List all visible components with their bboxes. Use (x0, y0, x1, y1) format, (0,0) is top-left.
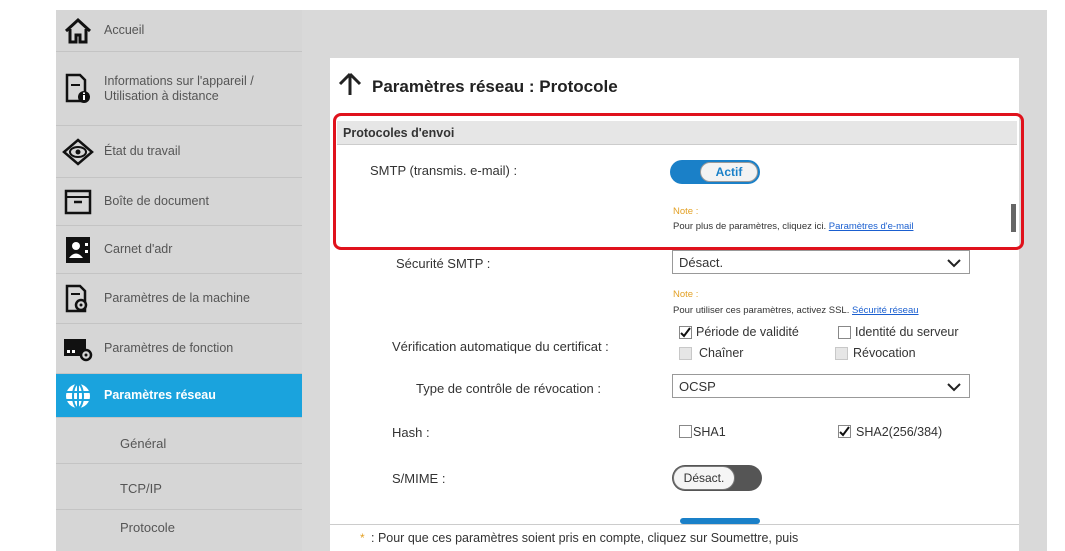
sidebar-subitem-label: Général (120, 436, 167, 451)
validity-period-checkbox[interactable] (679, 326, 692, 339)
page-title: Paramètres réseau : Protocole (372, 76, 618, 96)
sha1-label: SHA1 (693, 425, 726, 439)
sidebar-item-function-settings[interactable]: Paramètres de fonction (56, 324, 302, 374)
sidebar: Accueil Informations sur l'appareil / Ut… (56, 10, 302, 551)
sidebar-subitem-protocol[interactable]: Protocole (56, 510, 302, 551)
device-info-icon (56, 73, 100, 105)
sha2-checkbox[interactable] (838, 425, 851, 438)
chain-label: Chaîner (699, 346, 744, 360)
revocation-type-select[interactable]: OCSP (672, 374, 970, 398)
sidebar-item-document-box[interactable]: Boîte de document (56, 178, 302, 226)
smtp-security-note: Pour utiliser ces paramètres, activez SS… (673, 305, 919, 316)
sidebar-item-device-info[interactable]: Informations sur l'appareil / Utilisatio… (56, 52, 302, 126)
smtp-security-note-text: Pour utiliser ces paramètres, activez SS… (673, 305, 852, 316)
smime-toggle-label: Désact. (683, 471, 725, 485)
sidebar-subitem-label: TCP/IP (120, 481, 162, 496)
server-identity-checkbox[interactable] (838, 326, 851, 339)
sha1-checkbox[interactable] (679, 425, 692, 438)
document-box-icon (56, 188, 100, 216)
eye-icon (56, 137, 100, 166)
server-identity-label: Identité du serveur (855, 325, 959, 339)
sidebar-subitem-tcpip[interactable]: TCP/IP (56, 464, 302, 510)
revocation-type-label: Type de contrôle de révocation : (416, 381, 602, 396)
footer-star: * (360, 531, 365, 545)
arrow-up-icon[interactable] (338, 72, 362, 101)
globe-icon (56, 381, 100, 411)
network-security-link[interactable]: Sécurité réseau (852, 305, 919, 316)
hash-label: Hash : (392, 425, 430, 440)
smtp-security-value: Désact. (679, 255, 724, 270)
sidebar-subitem-general[interactable]: Général (56, 418, 302, 464)
footer-text: : Pour que ces paramètres soient pris en… (371, 531, 799, 545)
sidebar-subitem-label: Protocole (120, 520, 175, 535)
sidebar-item-machine-settings[interactable]: Paramètres de la machine (56, 274, 302, 324)
smtp-security-select[interactable]: Désact. (672, 250, 970, 274)
chevron-down-icon (947, 256, 961, 274)
sidebar-item-label: Paramètres réseau (104, 388, 216, 402)
smtp-security-note-title: Note : (673, 289, 699, 300)
sidebar-item-label: Paramètres de fonction (104, 341, 234, 355)
smime-toggle-knob: Désact. (673, 466, 735, 490)
home-icon (56, 17, 100, 45)
sidebar-item-label: Accueil (104, 23, 145, 37)
footer-note: * : Pour que ces paramètres soient pris … (330, 524, 1019, 551)
sidebar-item-label: Carnet d'adr (104, 242, 173, 256)
sidebar-item-label: Paramètres de la machine (104, 291, 250, 305)
highlight-frame (333, 113, 1024, 250)
smime-label: S/MIME : (392, 471, 446, 486)
cert-check-label: Vérification automatique du certificat : (392, 339, 609, 354)
revocation-checkbox[interactable] (835, 347, 848, 360)
chevron-down-icon (947, 380, 961, 398)
sidebar-item-home[interactable]: Accueil (56, 10, 302, 52)
revocation-type-value: OCSP (679, 379, 716, 394)
function-settings-icon (56, 336, 100, 362)
address-book-icon (56, 235, 100, 265)
page-header: Paramètres réseau : Protocole (338, 72, 618, 101)
sidebar-item-label: Informations sur l'appareil / Utilisatio… (104, 73, 254, 103)
sha2-label: SHA2(256/384) (856, 425, 943, 439)
sidebar-item-label: Boîte de document (104, 194, 209, 208)
sidebar-item-label: État du travail (104, 144, 181, 158)
sidebar-item-network-settings[interactable]: Paramètres réseau (56, 374, 302, 418)
chain-checkbox[interactable] (679, 347, 692, 360)
sidebar-item-address-book[interactable]: Carnet d'adr (56, 226, 302, 274)
machine-settings-icon (56, 284, 100, 314)
validity-period-label: Période de validité (696, 325, 799, 339)
smtp-security-label: Sécurité SMTP : (396, 256, 491, 271)
smime-toggle[interactable]: Désact. (672, 465, 762, 491)
revocation-label: Révocation (853, 346, 916, 360)
sidebar-item-job-status[interactable]: État du travail (56, 126, 302, 178)
